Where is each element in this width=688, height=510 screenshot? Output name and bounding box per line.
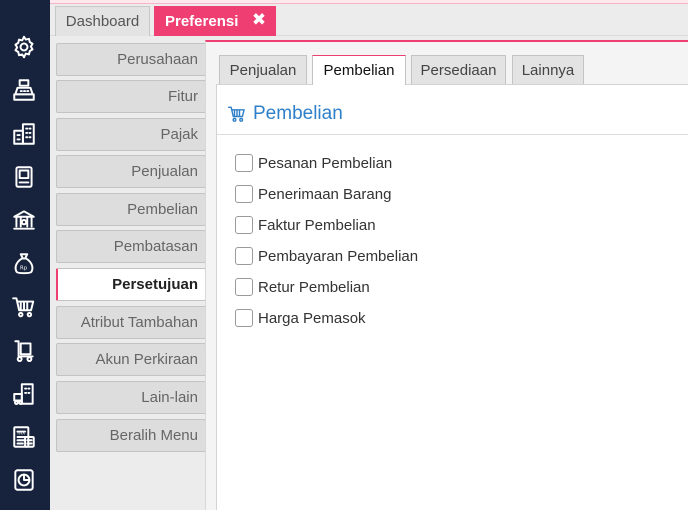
option-retur-pembelian[interactable]: Retur Pembelian bbox=[235, 276, 370, 298]
close-icon[interactable]: ✖ bbox=[250, 11, 268, 29]
option-label: Pembayaran Pembelian bbox=[258, 247, 419, 265]
svg-text:Rp: Rp bbox=[20, 265, 28, 271]
tab-lainnya[interactable]: Lainnya bbox=[512, 55, 584, 84]
section-divider bbox=[217, 134, 688, 135]
tab-penjualan[interactable]: Penjualan bbox=[219, 55, 307, 84]
sidebar: Rp TAX bbox=[0, 0, 50, 510]
menu-item-lain-lain[interactable]: Lain-lain bbox=[56, 381, 206, 414]
menu-item-fitur[interactable]: Fitur bbox=[56, 80, 206, 113]
menu-item-beralih-menu[interactable]: Beralih Menu bbox=[56, 419, 206, 452]
store-icon[interactable] bbox=[9, 380, 39, 408]
menu-item-pembatasan[interactable]: Pembatasan bbox=[56, 230, 206, 263]
cart-icon bbox=[227, 106, 245, 122]
option-penerimaan-barang[interactable]: Penerimaan Barang bbox=[235, 183, 391, 205]
tab-preferensi[interactable]: Preferensi ✖ bbox=[154, 6, 276, 36]
hand-truck-icon[interactable] bbox=[9, 337, 39, 365]
tab-preferensi-label: Preferensi bbox=[165, 12, 239, 30]
option-pesanan-pembelian[interactable]: Pesanan Pembelian bbox=[235, 152, 392, 174]
buildings-icon[interactable] bbox=[9, 120, 39, 148]
checkbox[interactable] bbox=[235, 247, 253, 265]
checkbox[interactable] bbox=[235, 278, 253, 296]
tax-calculator-icon[interactable]: TAX bbox=[9, 423, 39, 451]
option-label: Retur Pembelian bbox=[258, 278, 370, 296]
menu-item-pembelian[interactable]: Pembelian bbox=[56, 193, 206, 226]
checkbox[interactable] bbox=[235, 185, 253, 203]
bank-icon[interactable] bbox=[9, 206, 39, 234]
option-harga-pemasok[interactable]: Harga Pemasok bbox=[235, 307, 366, 329]
option-label: Harga Pemasok bbox=[258, 309, 366, 327]
option-label: Pesanan Pembelian bbox=[258, 154, 393, 172]
window-tabbar: Dashboard Preferensi ✖ bbox=[50, 4, 688, 36]
settings-panel: Penjualan Pembelian Persediaan Lainnya P… bbox=[205, 40, 688, 510]
approval-settings-body: Pembelian Pesanan Pembelian Penerimaan B… bbox=[216, 84, 688, 510]
menu-item-perusahaan[interactable]: Perusahaan bbox=[56, 43, 206, 76]
option-faktur-pembelian[interactable]: Faktur Pembelian bbox=[235, 214, 376, 236]
menu-item-pajak[interactable]: Pajak bbox=[56, 118, 206, 151]
section-title-text: Pembelian bbox=[253, 103, 343, 124]
gear-icon[interactable] bbox=[9, 33, 39, 61]
cart-icon[interactable] bbox=[9, 293, 39, 321]
book-icon[interactable] bbox=[9, 163, 39, 191]
checkbox[interactable] bbox=[235, 154, 253, 172]
menu-item-persetujuan[interactable]: Persetujuan bbox=[56, 268, 206, 301]
menu-item-akun-perkiraan[interactable]: Akun Perkiraan bbox=[56, 343, 206, 376]
preferences-content: Perusahaan Fitur Pajak Penjualan Pembeli… bbox=[50, 36, 688, 510]
tab-pembelian[interactable]: Pembelian bbox=[312, 55, 406, 85]
cash-register-icon[interactable] bbox=[9, 76, 39, 104]
checkbox[interactable] bbox=[235, 216, 253, 234]
option-label: Faktur Pembelian bbox=[258, 216, 376, 234]
report-chart-icon[interactable] bbox=[9, 466, 39, 494]
tab-dashboard[interactable]: Dashboard bbox=[55, 6, 150, 36]
svg-text:TAX: TAX bbox=[16, 430, 26, 436]
tab-dashboard-label: Dashboard bbox=[65, 13, 140, 30]
menu-item-atribut-tambahan[interactable]: Atribut Tambahan bbox=[56, 306, 206, 339]
option-pembayaran-pembelian[interactable]: Pembayaran Pembelian bbox=[235, 245, 418, 267]
checkbox[interactable] bbox=[235, 309, 253, 327]
tab-persediaan[interactable]: Persediaan bbox=[411, 55, 506, 84]
menu-item-penjualan[interactable]: Penjualan bbox=[56, 155, 206, 188]
money-bag-icon[interactable]: Rp bbox=[9, 250, 39, 278]
section-title: Pembelian bbox=[227, 101, 343, 127]
option-label: Penerimaan Barang bbox=[258, 185, 392, 203]
